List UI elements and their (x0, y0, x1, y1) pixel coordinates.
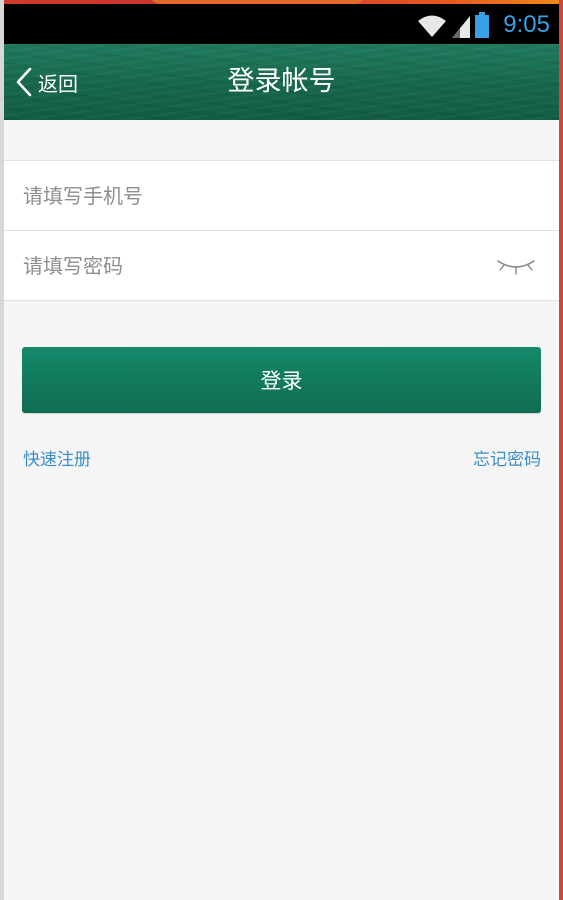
app-screen: 9:05 返回 登录帐号 登录 快速注册 忘记密码 (0, 0, 563, 900)
signal-icon (452, 16, 470, 38)
login-form (4, 160, 559, 301)
status-icons (417, 12, 489, 38)
password-field (4, 230, 559, 300)
password-input[interactable] (4, 234, 465, 297)
login-button[interactable]: 登录 (22, 347, 541, 413)
app-header: 返回 登录帐号 (4, 44, 559, 120)
eye-closed-icon[interactable] (495, 255, 537, 275)
left-border (0, 0, 4, 900)
phone-input[interactable] (4, 164, 465, 227)
status-bar: 9:05 (4, 4, 559, 44)
right-border (559, 0, 563, 900)
quick-register-link[interactable]: 快速注册 (23, 448, 91, 472)
forgot-password-link[interactable]: 忘记密码 (473, 448, 541, 472)
phone-field (4, 161, 559, 230)
battery-icon (475, 12, 489, 38)
status-time: 9:05 (503, 11, 550, 38)
page-title: 登录帐号 (227, 66, 336, 97)
wifi-icon (418, 15, 446, 37)
